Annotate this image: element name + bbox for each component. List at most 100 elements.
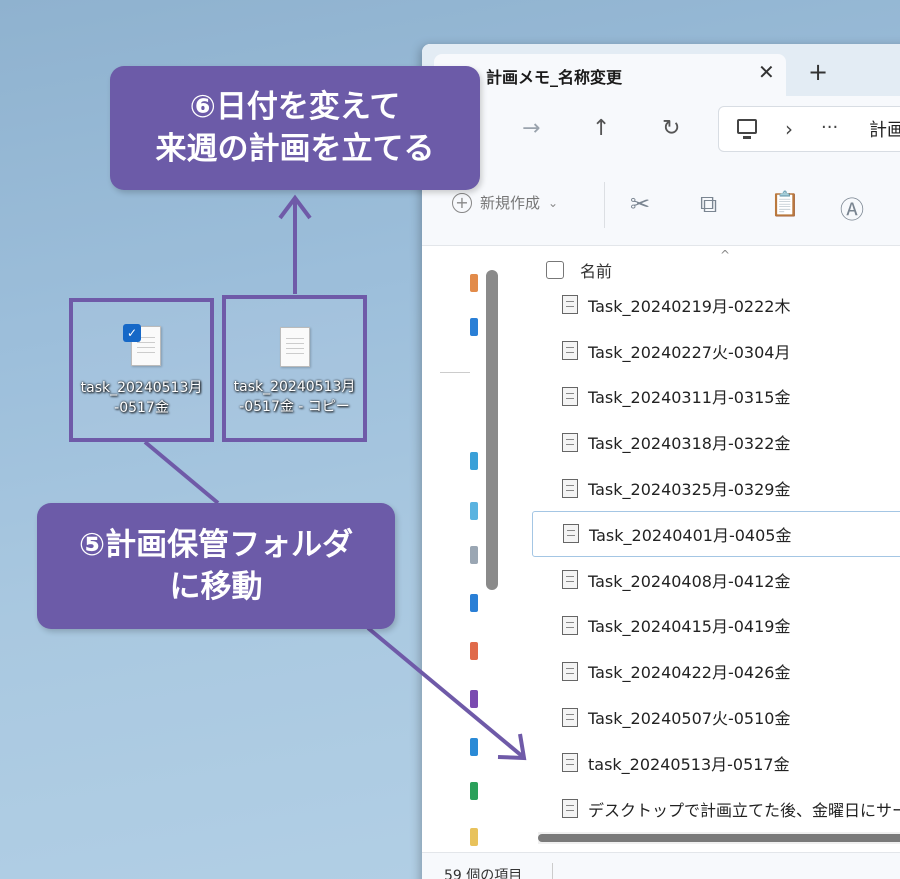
- sort-ascending-icon: ^: [720, 248, 731, 262]
- desktop-file-label-line1: task_20240513月: [80, 380, 203, 396]
- arrow-up-head: [278, 194, 312, 220]
- desktop-file-copy-label-line2: -0517金 - コピー: [239, 399, 350, 415]
- text-file-icon: [562, 386, 578, 406]
- desktop-file-copy-label-line1: task_20240513月: [233, 379, 356, 395]
- address-bar[interactable]: › ··· 計画: [718, 106, 900, 152]
- chevron-right-icon[interactable]: ›: [785, 117, 793, 141]
- breadcrumb-folder[interactable]: 計画: [869, 116, 900, 142]
- forward-arrow-icon[interactable]: →: [522, 116, 540, 141]
- desktop-icon[interactable]: [470, 452, 478, 470]
- callout-step-5-line1: ⑤計画保管フォルダ: [78, 527, 354, 563]
- path-ellipsis-button[interactable]: ···: [821, 117, 838, 138]
- file-name: Task_20240219月-0222木: [588, 296, 791, 316]
- tab-bar: 計画メモ_名称変更 ✕ +: [422, 44, 900, 98]
- tab-title: 計画メモ_名称変更: [486, 68, 623, 87]
- chevron-down-icon: ⌄: [548, 195, 559, 210]
- column-header-name[interactable]: 名前: [580, 258, 612, 282]
- onedrive-icon[interactable]: [470, 738, 478, 756]
- this-pc-icon: [737, 119, 757, 139]
- text-file-icon: [280, 327, 310, 367]
- text-file-icon: [562, 661, 578, 681]
- file-row[interactable]: task_20240513月-0517金: [532, 740, 900, 786]
- file-explorer-window: 計画メモ_名称変更 ✕ + → ↑ ↻ › ··· 計画 + 新規作成 ⌄ ✂ …: [422, 44, 900, 879]
- horizontal-scrollbar[interactable]: [538, 832, 900, 844]
- text-file-icon: [562, 295, 578, 315]
- desktop-file-task[interactable]: ✓ task_20240513月 -0517金: [69, 298, 214, 442]
- folder-icon[interactable]: [470, 828, 478, 846]
- text-file-icon: [562, 570, 578, 590]
- text-file-icon: [563, 524, 579, 544]
- vertical-scrollbar[interactable]: [486, 270, 498, 590]
- checkbox-checked-icon[interactable]: ✓: [123, 324, 141, 342]
- desktop-file-task-copy[interactable]: task_20240513月 -0517金 - コピー: [222, 295, 367, 442]
- item-count: 59 個の項目: [444, 868, 523, 879]
- callout-step-6-line1: ⑥日付を変えて: [189, 89, 401, 125]
- new-button[interactable]: + 新規作成 ⌄: [452, 192, 558, 213]
- file-row[interactable]: Task_20240227火-0304月: [532, 328, 900, 374]
- file-name: Task_20240318月-0322金: [588, 434, 791, 454]
- file-row[interactable]: Task_20240422月-0426金: [532, 648, 900, 694]
- callout-step-6: ⑥日付を変えて 来週の計画を立てる: [110, 66, 480, 190]
- callout-step-5-line2: に移動: [169, 569, 263, 605]
- file-row[interactable]: Task_20240219月-0222木: [532, 282, 900, 328]
- documents-icon[interactable]: [470, 546, 478, 564]
- text-file-icon: [562, 707, 578, 727]
- refresh-icon[interactable]: ↻: [662, 116, 680, 141]
- music-icon[interactable]: [470, 642, 478, 660]
- file-row[interactable]: Task_20240311月-0315金: [532, 374, 900, 420]
- pictures-icon[interactable]: [470, 594, 478, 612]
- rename-icon[interactable]: Ⓐ: [840, 190, 864, 225]
- plus-circle-icon: +: [452, 192, 472, 213]
- tab-keikaku-memo[interactable]: 計画メモ_名称変更 ✕: [434, 54, 786, 98]
- file-name: デスクトップで計画立てた後、金曜日にサー...: [588, 800, 900, 820]
- copy-icon[interactable]: ⧉: [700, 190, 717, 218]
- callout-step-5: ⑤計画保管フォルダ に移動: [37, 503, 395, 629]
- new-button-label: 新規作成: [480, 194, 541, 212]
- desktop-file-label-line2: -0517金: [114, 400, 169, 416]
- desktop-file-label: task_20240513月 -0517金: [73, 378, 210, 418]
- column-header: 名前: [508, 258, 612, 282]
- file-name: Task_20240325月-0329金: [588, 480, 791, 500]
- new-tab-button[interactable]: +: [808, 60, 828, 84]
- downloads-icon[interactable]: [470, 502, 478, 520]
- file-row[interactable]: Task_20240325月-0329金: [532, 465, 900, 511]
- desktop-file-copy-label: task_20240513月 -0517金 - コピー: [226, 377, 363, 417]
- status-divider: [552, 863, 553, 879]
- file-name: Task_20240311月-0315金: [588, 388, 791, 408]
- file-row[interactable]: Task_20240401月-0405金: [532, 510, 900, 557]
- text-file-icon: [562, 341, 578, 361]
- file-list-area: ^ 名前 Task_20240219月-0222木 Task_20240227火-…: [508, 246, 900, 856]
- text-file-icon: [562, 753, 578, 773]
- file-name: Task_20240422月-0426金: [588, 663, 791, 683]
- home-icon[interactable]: [470, 274, 478, 292]
- select-all-checkbox[interactable]: [546, 261, 564, 279]
- connector-line: [143, 440, 220, 505]
- up-arrow-icon[interactable]: ↑: [592, 116, 610, 141]
- file-row[interactable]: デスクトップで計画立てた後、金曜日にサー...: [532, 786, 900, 832]
- file-name: Task_20240408月-0412金: [588, 571, 791, 591]
- file-row[interactable]: Task_20240318月-0322金: [532, 419, 900, 465]
- text-file-icon: [562, 799, 578, 819]
- file-name: task_20240513月-0517金: [588, 754, 790, 774]
- toolbar-divider: [604, 182, 605, 228]
- file-name: Task_20240415月-0419金: [588, 617, 791, 637]
- gallery-icon[interactable]: [470, 318, 478, 336]
- file-list: Task_20240219月-0222木 Task_20240227火-0304月…: [532, 282, 900, 832]
- status-bar: 59 個の項目: [422, 852, 900, 879]
- close-tab-icon[interactable]: ✕: [758, 60, 775, 84]
- pane-divider: [440, 372, 470, 373]
- text-file-icon: [562, 432, 578, 452]
- file-row[interactable]: Task_20240408月-0412金: [532, 557, 900, 603]
- file-row[interactable]: Task_20240507火-0510金: [532, 694, 900, 740]
- file-row[interactable]: Task_20240415月-0419金: [532, 603, 900, 649]
- file-name: Task_20240507火-0510金: [588, 709, 791, 729]
- file-name: Task_20240227火-0304月: [588, 342, 791, 362]
- callout-step-6-line2: 来週の計画を立てる: [155, 131, 435, 167]
- navigation-pane: [422, 246, 482, 856]
- paste-icon[interactable]: 📋: [770, 190, 800, 218]
- videos-icon[interactable]: [470, 690, 478, 708]
- cut-icon[interactable]: ✂: [630, 190, 650, 218]
- drive-icon[interactable]: [470, 782, 478, 800]
- text-file-icon: [562, 478, 578, 498]
- navigation-bar: → ↑ ↻ › ··· 計画: [422, 96, 900, 164]
